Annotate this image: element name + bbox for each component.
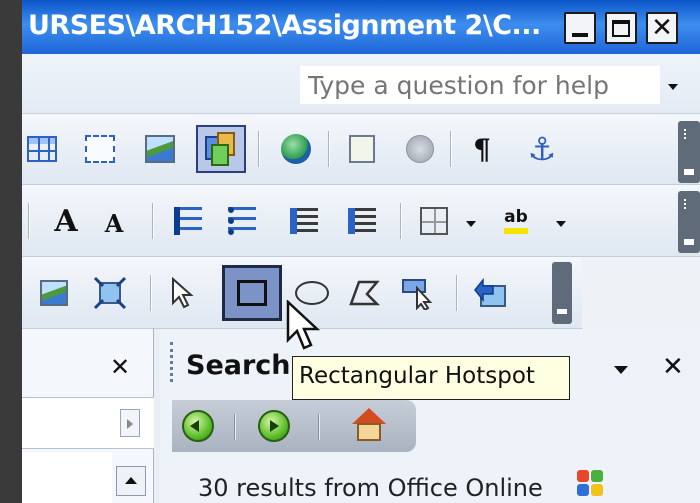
bookmark-button[interactable]: ⚓: [522, 129, 562, 169]
stop-icon: [406, 135, 434, 163]
tooltip: Rectangular Hotspot: [292, 356, 570, 400]
insert-hyperlink-button[interactable]: [276, 129, 316, 169]
stop-button[interactable]: [400, 129, 440, 169]
toolbar-options-grip[interactable]: [678, 121, 700, 183]
nav-separator: [234, 414, 236, 440]
left-pane-list: [22, 452, 112, 503]
help-row: [22, 54, 700, 114]
decrease-indent-icon: [290, 208, 318, 234]
resample-icon: [93, 276, 127, 310]
toolbar-options-grip[interactable]: [552, 262, 572, 324]
minimize-button[interactable]: [564, 12, 596, 44]
refresh-button[interactable]: [342, 129, 382, 169]
pointer-arrow-icon: [172, 277, 194, 309]
toolbar-separator: [258, 131, 260, 167]
insert-table-button[interactable]: [22, 129, 62, 169]
hyperlink-globe-icon: [281, 134, 311, 164]
close-button[interactable]: ✕: [646, 12, 678, 44]
table-icon: [27, 136, 57, 162]
shrink-font-icon: A: [104, 208, 124, 238]
picture-icon: [40, 280, 68, 306]
restore-picture-icon: [474, 277, 506, 307]
frame-icon: [85, 135, 115, 163]
window-title: URSES\ARCH152\Assignment 2\C...: [28, 10, 541, 41]
mouse-cursor-icon: [286, 300, 321, 350]
back-button[interactable]: [182, 410, 214, 442]
insert-picture-button[interactable]: [140, 129, 180, 169]
borders-icon: [420, 207, 448, 235]
grow-font-icon: A: [54, 203, 78, 239]
borders-button[interactable]: [414, 201, 454, 241]
show-formatting-button[interactable]: ¶: [462, 129, 502, 169]
home-button[interactable]: [352, 408, 386, 442]
bullets-button[interactable]: [222, 201, 262, 241]
left-pane-scroll-right-button[interactable]: [120, 409, 140, 437]
office-online-icon: [577, 470, 605, 498]
restore-picture-button[interactable]: [470, 273, 510, 313]
insert-interactive-button[interactable]: [196, 125, 246, 173]
highlight-button[interactable]: ab: [496, 201, 536, 241]
increase-indent-icon: [348, 208, 376, 234]
search-results-count[interactable]: 30 results from Office Online: [198, 474, 543, 502]
maximize-button[interactable]: [605, 12, 637, 44]
highlight-hotspots-icon: [402, 279, 433, 310]
maximize-icon: [612, 19, 630, 37]
refresh-icon: [349, 135, 375, 163]
polygon-icon: [349, 280, 381, 306]
left-pane-close-icon[interactable]: ✕: [110, 353, 130, 381]
toolbar-separator: [152, 203, 154, 239]
toolbar-separator: [400, 203, 402, 239]
home-icon-body: [357, 423, 381, 441]
toolbar-separator: [150, 275, 152, 311]
bulleted-list-icon: [228, 207, 256, 235]
toolbar-insert: ¶ ⚓: [22, 115, 700, 185]
rectangle-icon: [237, 280, 267, 306]
help-question-input[interactable]: [300, 66, 660, 104]
shrink-font-button[interactable]: A: [94, 203, 134, 243]
help-dropdown-icon[interactable]: [668, 84, 678, 90]
increase-indent-button[interactable]: [342, 201, 382, 241]
polygonal-hotspot-button[interactable]: [344, 273, 384, 313]
picture-icon: [145, 135, 175, 163]
title-bar[interactable]: URSES\ARCH152\Assignment 2\C... ✕: [22, 0, 700, 54]
highlight-hotspots-button[interactable]: [398, 273, 438, 313]
app-window: URSES\ARCH152\Assignment 2\C... ✕ Type a…: [22, 0, 700, 503]
highlight-dropdown-icon[interactable]: [556, 221, 566, 227]
toolbar-options-grip[interactable]: [678, 191, 700, 253]
numbered-list-icon: [174, 207, 202, 235]
minimize-icon: [572, 33, 588, 37]
close-icon: ✕: [651, 13, 673, 43]
borders-dropdown-icon[interactable]: [466, 221, 476, 227]
nav-separator: [318, 414, 320, 440]
pilcrow-icon: ¶: [473, 132, 491, 166]
home-icon: [352, 408, 386, 424]
highlight-icon: ab: [504, 208, 528, 234]
picture-properties-button[interactable]: [34, 273, 74, 313]
select-pointer-button[interactable]: [162, 273, 202, 313]
toolbar-separator: [28, 203, 30, 239]
toolbar-separator: [456, 275, 458, 311]
decrease-indent-button[interactable]: [284, 201, 324, 241]
rectangular-hotspot-button[interactable]: [222, 265, 282, 321]
pane-menu-dropdown-icon[interactable]: [614, 366, 628, 374]
toolbar-separator: [450, 131, 452, 167]
pane-grip[interactable]: [170, 342, 174, 382]
search-pane-title: Search: [186, 350, 291, 381]
forward-button[interactable]: [258, 410, 290, 442]
interactive-buttons-icon: [205, 132, 235, 166]
toolbar-separator: [328, 131, 330, 167]
toolbar-formatting: A A ab: [22, 185, 700, 257]
insert-frame-button[interactable]: [80, 129, 120, 169]
anchor-icon: ⚓: [527, 130, 557, 168]
grow-font-button[interactable]: A: [46, 201, 86, 241]
scroll-up-button[interactable]: [116, 466, 146, 496]
search-pane-close-icon[interactable]: ✕: [662, 352, 684, 382]
resample-button[interactable]: [90, 273, 130, 313]
numbering-button[interactable]: [168, 201, 208, 241]
